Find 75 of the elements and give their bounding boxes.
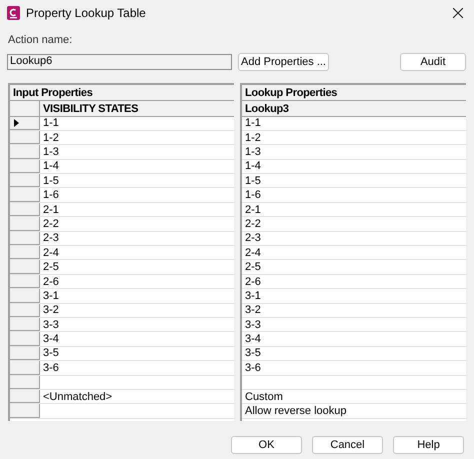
row-header-cell[interactable] bbox=[10, 404, 40, 418]
table-cell: 2-6 bbox=[245, 274, 261, 288]
table-cell: 3-2 bbox=[43, 303, 59, 318]
grid-title: Input Properties bbox=[10, 84, 234, 100]
row-header-cell[interactable] bbox=[10, 217, 40, 231]
dialog-button[interactable]: Add Properties ... bbox=[238, 52, 329, 70]
close-icon[interactable] bbox=[453, 8, 463, 18]
table-cell: Custom bbox=[245, 390, 283, 404]
table-cell: 2-1 bbox=[43, 202, 59, 217]
row-header-cell[interactable] bbox=[10, 318, 40, 332]
table-cell: 2-5 bbox=[245, 260, 261, 274]
field-label: Action name: bbox=[8, 34, 72, 46]
row-header-cell[interactable] bbox=[10, 332, 40, 346]
row-header-cell[interactable] bbox=[10, 346, 40, 360]
row-header-cell[interactable] bbox=[10, 260, 40, 274]
table-cell: 3-1 bbox=[43, 288, 59, 303]
table-cell: 2-5 bbox=[43, 260, 59, 274]
table-cell: 1-6 bbox=[43, 188, 59, 202]
table-cell: 3-1 bbox=[245, 288, 261, 303]
table-cell: 3-6 bbox=[245, 360, 261, 375]
table-cell: 3-2 bbox=[245, 303, 261, 318]
table-cell: 3-4 bbox=[245, 332, 261, 346]
table-cell: 1-4 bbox=[245, 159, 261, 174]
row-header-cell[interactable] bbox=[10, 130, 40, 144]
row-header-cell[interactable] bbox=[10, 289, 40, 303]
row-header-cell[interactable] bbox=[10, 274, 40, 288]
table-cell: 3-3 bbox=[43, 318, 59, 332]
app-logo-icon bbox=[7, 6, 20, 20]
table-cell: 3-6 bbox=[43, 360, 59, 375]
window-title: Property Lookup Table bbox=[26, 5, 147, 22]
dialog-button[interactable]: Cancel bbox=[312, 436, 383, 454]
row-header-cell[interactable] bbox=[10, 174, 40, 188]
row-header-cell[interactable] bbox=[10, 188, 40, 202]
current-row-icon bbox=[14, 118, 19, 127]
table-cell: 3-5 bbox=[245, 346, 261, 360]
row-header-cell[interactable] bbox=[10, 232, 40, 246]
table-cell: 1-3 bbox=[245, 144, 261, 159]
column-header: Lookup3 bbox=[244, 102, 290, 116]
table-cell: 1-1 bbox=[245, 116, 261, 130]
row-header-cell[interactable] bbox=[10, 160, 40, 174]
dialog-button[interactable]: Audit bbox=[400, 52, 466, 70]
table-cell: 2-2 bbox=[245, 216, 261, 231]
table-cell: 2-3 bbox=[43, 231, 59, 246]
table-cell: 2-6 bbox=[43, 274, 59, 288]
row-header-cell[interactable] bbox=[10, 202, 40, 216]
table-cell: Allow reverse lookup bbox=[245, 404, 346, 418]
table-cell: 1-2 bbox=[43, 130, 59, 145]
table-cell: 3-3 bbox=[245, 318, 261, 332]
column-header: VISIBILITY STATES bbox=[42, 102, 140, 116]
table-cell: 1-2 bbox=[245, 130, 261, 145]
table-cell: 2-3 bbox=[245, 231, 261, 246]
table-cell: 3-5 bbox=[43, 346, 59, 360]
table-cell: 1-3 bbox=[43, 144, 59, 159]
table-cell: 1-4 bbox=[43, 159, 59, 174]
table-cell: 2-1 bbox=[245, 202, 261, 217]
table-cell: 2-2 bbox=[43, 216, 59, 231]
dialog-button[interactable]: OK bbox=[231, 436, 302, 454]
table-cell: 2-4 bbox=[43, 246, 59, 260]
row-header-cell[interactable] bbox=[10, 304, 40, 317]
table-cell: 1-1 bbox=[43, 116, 59, 130]
grid-title: Lookup Properties bbox=[242, 84, 466, 100]
row-header-cell[interactable] bbox=[10, 390, 40, 404]
table-cell: 3-4 bbox=[43, 332, 59, 346]
row-header-cell[interactable] bbox=[10, 116, 40, 130]
table-cell: <Unmatched> bbox=[43, 390, 112, 404]
row-header-cell[interactable] bbox=[10, 361, 40, 375]
table-cell: 2-4 bbox=[245, 246, 261, 260]
table-cell: 1-6 bbox=[245, 188, 261, 202]
row-header-cell[interactable] bbox=[10, 246, 40, 260]
action-name-field[interactable]: Lookup6 bbox=[7, 54, 232, 70]
row-header-cell[interactable] bbox=[10, 376, 40, 389]
table-cell: 1-5 bbox=[43, 174, 59, 188]
table-cell: 1-5 bbox=[245, 174, 261, 188]
dialog-button[interactable]: Help bbox=[393, 436, 464, 454]
row-header-cell[interactable] bbox=[10, 145, 40, 159]
